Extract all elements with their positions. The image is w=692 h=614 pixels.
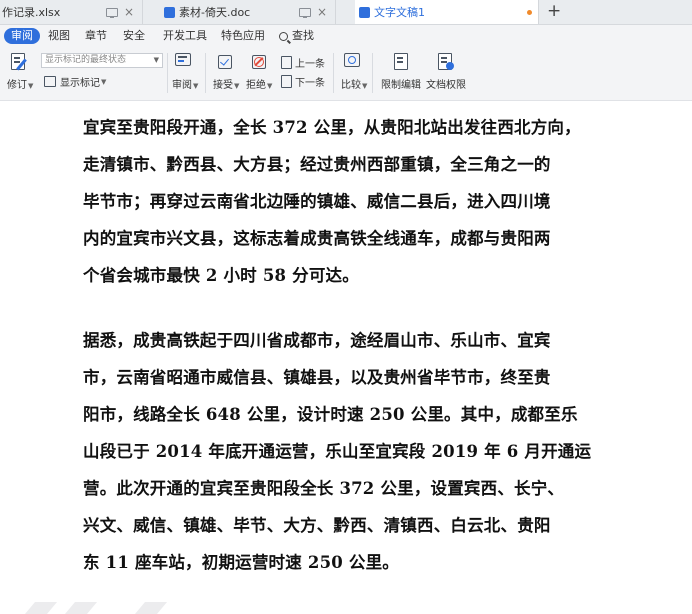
text-line: 毕节市；再穿过云南省北边陲的镇雄、威信二县后，进入四川境 [83, 192, 551, 211]
paragraph-1[interactable]: 宜宾至贵阳段开通，全长 372 公里，从贵阳北站出发往西北方向， 走清镇市、黔西… [83, 109, 593, 294]
document-permissions-icon[interactable] [438, 53, 454, 70]
text-line: 个省会城市最快 2 小时 58 分可达。 [83, 266, 359, 285]
separator [372, 53, 373, 93]
compare-icon[interactable] [344, 53, 360, 67]
reject-button[interactable]: 拒绝▼ [246, 76, 272, 91]
menu-chapter[interactable]: 章节 [85, 28, 107, 44]
search-label: 查找 [292, 29, 314, 42]
menu-special-apps[interactable]: 特色应用 [221, 28, 265, 44]
menu-security[interactable]: 安全 [123, 28, 145, 44]
menu-search[interactable]: 查找 [279, 28, 314, 44]
review-button[interactable]: 审阅▼ [172, 76, 198, 91]
text-line: 宜宾至贵阳段开通，全长 372 公里，从贵阳北站出发往西北方向， [83, 118, 581, 137]
track-changes-icon[interactable] [11, 53, 27, 71]
tab-active-doc[interactable]: 文字文稿1 [355, 0, 539, 24]
markup-state-select[interactable]: 显示标记的最终状态 ▼ [41, 53, 163, 68]
close-icon[interactable]: × [317, 5, 327, 19]
document-tab-bar: 作记录.xlsx × 素材-倚天.doc × 文字文稿1 + [0, 0, 692, 25]
prev-change-label: 上一条 [295, 59, 325, 70]
close-icon[interactable]: × [124, 5, 134, 19]
accept-icon[interactable] [218, 55, 232, 69]
text-line: 阳市，线路全长 648 公里，设计时速 250 公里。其中，成都至乐 [83, 405, 578, 424]
menu-review[interactable]: 审阅 [4, 28, 40, 44]
monitor-icon[interactable] [105, 7, 118, 18]
menu-bar: 审阅 视图 章节 安全 开发工具 特色应用 查找 [0, 25, 692, 47]
reject-icon[interactable] [252, 55, 266, 69]
text-line: 内的宜宾市兴文县，这标志着成贵高铁全线通车，成都与贵阳两 [83, 229, 551, 248]
monitor-icon[interactable] [298, 7, 311, 18]
search-icon [279, 31, 288, 41]
document-permissions-button[interactable]: 文档权限 [426, 76, 466, 91]
separator [333, 53, 334, 93]
restrict-editing-button[interactable]: 限制编辑 [381, 76, 421, 91]
doc-icon [359, 6, 370, 18]
unsaved-dot-icon [527, 9, 532, 15]
next-change-button[interactable]: 下一条 [281, 74, 325, 89]
text-line: 兴文、威信、镇雄、毕节、大方、黔西、清镇西、白云北、贵阳 [83, 516, 551, 535]
menu-view[interactable]: 视图 [48, 28, 70, 44]
tab-doc[interactable]: 素材-倚天.doc × [160, 0, 336, 24]
text-line: 据悉，成贵高铁起于四川省成都市，途经眉山市、乐山市、宜宾 [83, 331, 551, 350]
markup-state-value: 显示标记的最终状态 [45, 55, 127, 65]
review-icon[interactable] [175, 53, 191, 66]
prev-change-button[interactable]: 上一条 [281, 55, 325, 70]
text-line: 山段已于 2014 年底开通运营，乐山至宜宾段 2019 年 6 月开通运 [83, 442, 592, 461]
prev-change-icon [281, 56, 292, 69]
compare-button[interactable]: 比较▼ [341, 76, 367, 91]
tab-label: 文字文稿1 [374, 6, 425, 19]
tab-label: 素材-倚天.doc [179, 6, 251, 19]
compare-label: 比较 [341, 80, 361, 91]
show-markup-icon [44, 76, 56, 87]
doc-icon [164, 6, 175, 18]
new-tab-plus-icon[interactable]: + [547, 1, 561, 21]
menu-dev-tools[interactable]: 开发工具 [163, 28, 207, 44]
reject-label: 拒绝 [246, 80, 266, 91]
track-changes-button[interactable]: 修订▼ [7, 76, 33, 91]
text-line: 东 11 座车站，初期运营时速 250 公里。 [83, 553, 399, 572]
tab-label: 作记录.xlsx [2, 6, 61, 19]
page-edge-decoration [0, 600, 200, 614]
show-markup-label: 显示标记 [60, 78, 100, 89]
separator [205, 53, 206, 93]
accept-button[interactable]: 接受▼ [213, 76, 239, 91]
document-canvas[interactable]: 宜宾至贵阳段开通，全长 372 公里，从贵阳北站出发往西北方向， 走清镇市、黔西… [0, 101, 692, 614]
tab-xlsx[interactable]: 作记录.xlsx × [0, 0, 143, 24]
review-label: 审阅 [172, 80, 192, 91]
text-line: 营。此次开通的宜宾至贵阳段全长 372 公里，设置宾西、长宁、 [83, 479, 565, 498]
review-ribbon: 修订▼ 显示标记的最终状态 ▼ 显示标记 ▼ 审阅▼ 接受▼ 拒绝▼ 上一条 下一… [0, 47, 692, 101]
accept-label: 接受 [213, 80, 233, 91]
paragraph-2[interactable]: 据悉，成贵高铁起于四川省成都市，途经眉山市、乐山市、宜宾 市，云南省昭通市威信县… [83, 322, 593, 581]
text-line: 市，云南省昭通市威信县、镇雄县，以及贵州省毕节市，终至贵 [83, 368, 551, 387]
restrict-editing-icon[interactable] [394, 53, 408, 70]
text-line: 走清镇市、黔西县、大方县；经过贵州西部重镇，全三角之一的 [83, 155, 551, 174]
separator [167, 53, 168, 93]
show-markup-button[interactable]: 显示标记 ▼ [44, 74, 106, 89]
next-change-label: 下一条 [295, 78, 325, 89]
track-changes-label: 修订 [7, 80, 27, 91]
next-change-icon [281, 75, 292, 88]
